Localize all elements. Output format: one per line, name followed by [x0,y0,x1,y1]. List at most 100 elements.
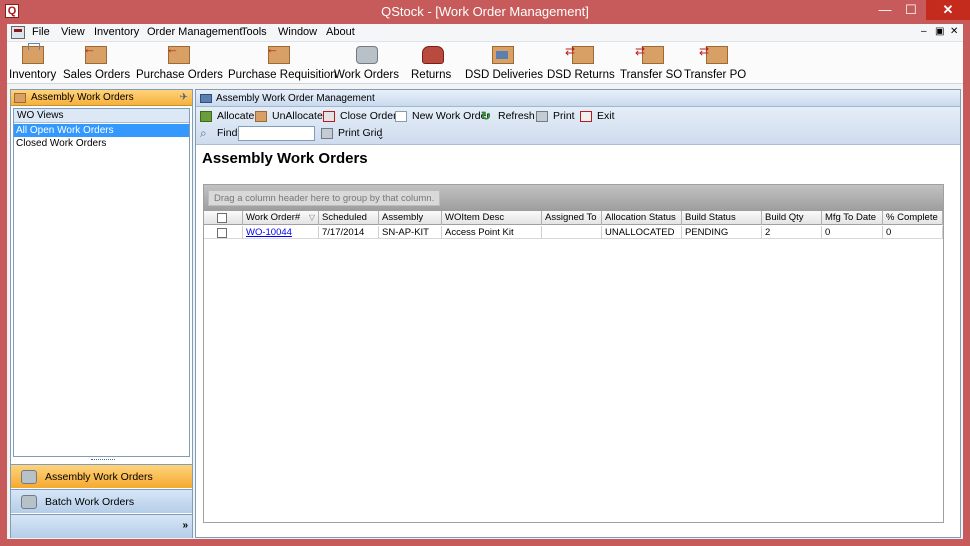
tree-item-closed-work-orders[interactable]: Closed Work Orders [14,137,189,150]
cell-work-order: WO-10044 [243,226,319,239]
column-header-woitem-desc[interactable]: WOItem Desc [442,211,542,225]
inventory-button[interactable]: Inventory [9,42,57,84]
nav-pane-footer: » [11,514,192,538]
transfer-so-icon [635,44,664,64]
work-orders-icon [356,46,378,64]
purchase-orders-icon [166,41,190,64]
cell-assembly: SN-AP-KIT [379,226,442,239]
menu-about[interactable]: About [326,26,355,38]
wo-views-tree: WO Views All Open Work Orders Closed Wor… [13,108,190,457]
dsd-deliveries-icon [492,46,514,64]
unallocate-label: UnAllocate [272,110,323,122]
transfer-po-icon [699,44,728,64]
column-header-allocation-status[interactable]: Allocation Status [602,211,682,225]
menu-tools[interactable]: Tools [241,26,267,38]
menu-order-management[interactable]: Order Management [147,26,242,38]
maximize-button[interactable]: ☐ [898,0,924,20]
close-window-button[interactable]: ✕ [926,0,970,20]
menu-file[interactable]: File [32,26,50,38]
printer-icon [536,111,548,122]
menu-bar: File View Inventory Order Management Too… [7,24,963,42]
navigation-pane: Assembly Work Orders ✈ WO Views All Open… [10,89,193,538]
document-header-title: Assembly Work Order Management [216,93,375,104]
find-input[interactable] [238,126,315,141]
mdi-restore-button[interactable]: ▣ [935,26,944,37]
group-by-hint: Drag a column header here to group by th… [208,190,441,206]
nav-button-assembly-work-orders[interactable]: Assembly Work Orders [11,464,192,488]
column-header-build-status[interactable]: Build Status [682,211,762,225]
cell-woitem-desc: Access Point Kit [442,226,542,239]
exit-icon [580,111,592,122]
column-header-build-qty[interactable]: Build Qty [762,211,822,225]
main-toolbar: Inventory Sales Orders Purchase Orders P… [7,41,963,84]
find-label: Find [217,127,238,139]
purchase-requisition-icon [266,41,290,64]
dsd-returns-button[interactable]: DSD Returns [547,42,615,84]
select-all-checkbox[interactable] [217,213,227,223]
menu-inventory[interactable]: Inventory [94,26,139,38]
minimize-button[interactable]: — [872,0,898,20]
cell-build-status: PENDING [682,226,762,239]
transfer-so-button[interactable]: Transfer SO [620,42,682,84]
cell-scheduled: 7/17/2014 [319,226,379,239]
refresh-icon: ↻ [481,109,492,123]
sales-orders-icon [83,41,107,64]
nav-pane-title: Assembly Work Orders [31,92,134,103]
sales-orders-label: Sales Orders [63,69,131,81]
print-grid-label: Print Grid [338,127,383,139]
column-header-mfg-to-date[interactable]: Mfg To Date [822,211,883,225]
purchase-orders-button[interactable]: Purchase Orders [136,41,223,84]
menu-window[interactable]: Window [278,26,317,38]
page-title: Assembly Work Orders [202,150,368,167]
column-header-scheduled[interactable]: Scheduled [319,211,379,225]
nav-pane-header: Assembly Work Orders ✈ [11,90,192,106]
dsd-deliveries-button[interactable]: DSD Deliveries [465,42,543,84]
transfer-po-label: Transfer PO [684,69,747,81]
pin-icon[interactable]: ✈ [180,90,188,106]
column-header-work-order[interactable]: Work Order# ▽ [243,211,319,225]
returns-label: Returns [411,69,452,81]
assembly-work-orders-icon [21,470,37,484]
row-checkbox[interactable] [217,228,227,238]
nav-button-label: Batch Work Orders [45,496,135,508]
cell-build-qty: 2 [762,226,822,239]
action-toolbar: Allocate UnAllocate Close Orders New Wor… [196,107,960,145]
select-all-column[interactable] [204,211,243,225]
purchase-requisition-button[interactable]: Purchase Requisition [228,41,337,84]
work-orders-grid: Drag a column header here to group by th… [203,184,944,523]
configure-buttons-chevron-icon[interactable]: » [182,520,188,531]
tree-item-all-open-work-orders[interactable]: All Open Work Orders [14,124,189,137]
cell-allocation-status: UNALLOCATED [602,226,682,239]
pane-splitter-handle[interactable] [91,459,115,462]
sales-orders-button[interactable]: Sales Orders [63,41,131,84]
column-header-assembly[interactable]: Assembly [379,211,442,225]
cell-mfg-to-date: 0 [822,226,883,239]
dsd-deliveries-label: DSD Deliveries [465,69,543,81]
transfer-po-button[interactable]: Transfer PO [684,42,746,84]
toolbar-overflow-chevron-icon[interactable]: ⌄ [377,131,385,142]
work-orders-button[interactable]: Work Orders [334,42,399,84]
title-bar: Q QStock - [Work Order Management] — ☐ ✕ [0,0,970,24]
tree-group-wo-views[interactable]: WO Views [14,109,189,123]
dsd-returns-icon [565,44,594,64]
table-row[interactable]: WO-10044 7/17/2014 SN-AP-KIT Access Poin… [204,226,943,239]
mdi-close-button[interactable]: ✕ [950,26,958,37]
column-header-pct-complete[interactable]: % Complete [883,211,943,225]
work-order-link[interactable]: WO-10044 [246,227,292,238]
inventory-box-icon [22,43,44,64]
mdi-child-icon[interactable] [11,26,25,39]
print-label: Print [553,110,575,122]
nav-button-batch-work-orders[interactable]: Batch Work Orders [11,489,192,513]
menu-view[interactable]: View [61,26,85,38]
batch-work-orders-icon [21,495,37,509]
document-icon [200,94,212,103]
nav-button-label: Assembly Work Orders [45,471,153,483]
transfer-so-label: Transfer SO [620,69,683,81]
mdi-minimize-button[interactable]: – [921,26,927,37]
column-header-assigned-to[interactable]: Assigned To [542,211,602,225]
work-orders-box-icon [14,93,26,103]
returns-button[interactable]: Returns [411,42,453,84]
close-orders-icon [323,111,335,122]
cell-pct-complete: 0 [883,226,943,239]
group-by-panel[interactable]: Drag a column header here to group by th… [204,185,943,211]
